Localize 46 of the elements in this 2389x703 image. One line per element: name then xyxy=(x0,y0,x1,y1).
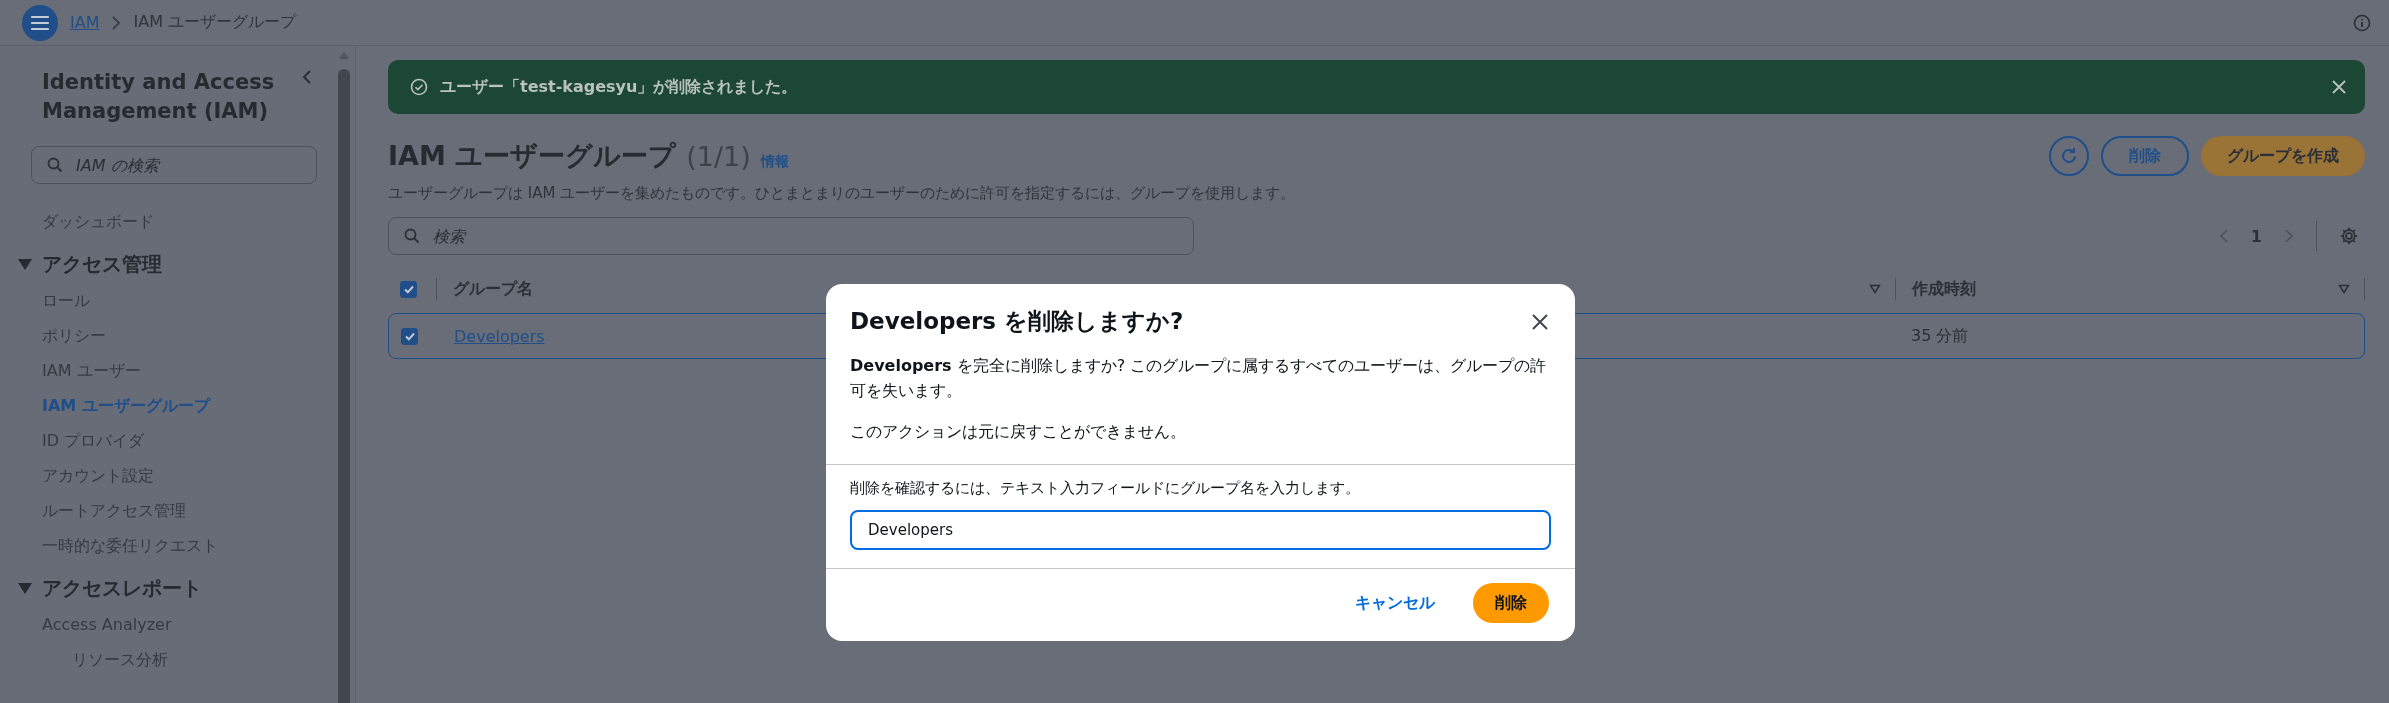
sort-icon[interactable] xyxy=(2338,284,2350,294)
delete-button[interactable]: 削除 xyxy=(2101,136,2189,176)
banner-message: ユーザー「test-kagesyu」が削除されました。 xyxy=(440,76,798,98)
settings-icon[interactable] xyxy=(2339,226,2359,246)
breadcrumb-link[interactable]: IAM xyxy=(70,13,100,32)
confirm-delete-button[interactable]: 削除 xyxy=(1473,583,1549,623)
page-number[interactable]: 1 xyxy=(2250,226,2262,246)
nav-section[interactable]: アクセス管理 xyxy=(0,245,317,283)
column-header[interactable]: 作成時刻 xyxy=(1912,278,1976,300)
search-field[interactable]: 検索 xyxy=(388,217,1194,255)
info-link[interactable]: 情報 xyxy=(760,153,789,171)
refresh-icon xyxy=(2059,146,2079,166)
search-icon xyxy=(47,157,63,173)
chevron-right-icon xyxy=(111,15,122,30)
chevron-right-icon[interactable] xyxy=(2284,228,2294,244)
create-group-button[interactable]: グループを作成 xyxy=(2201,136,2365,176)
breadcrumb-current: IAM ユーザーグループ xyxy=(133,12,297,33)
chevron-left-icon[interactable] xyxy=(2218,228,2229,244)
group-name-input[interactable]: Developers xyxy=(850,510,1551,550)
row-checkbox[interactable] xyxy=(401,327,418,345)
confirm-label: 削除を確認するには、テキスト入力フィールドにグループ名を入力します。 xyxy=(850,479,1361,498)
search-icon xyxy=(404,228,420,244)
dialog-title: Developers を削除しますか? xyxy=(850,307,1184,336)
sidebar-search-field[interactable]: IAM の検索 xyxy=(31,146,317,184)
nav-item[interactable]: IAM ユーザーグループ xyxy=(0,388,317,423)
menu-button[interactable] xyxy=(22,4,58,41)
chevron-left-icon[interactable] xyxy=(301,68,313,86)
select-all-checkbox[interactable] xyxy=(400,280,417,298)
nav-section[interactable]: アクセスレポート xyxy=(0,569,317,607)
column-header[interactable]: グループ名 xyxy=(453,278,533,300)
close-icon[interactable] xyxy=(2331,79,2347,95)
dialog-warning: このアクションは元に戻すことができません。 xyxy=(850,421,1187,443)
info-icon[interactable] xyxy=(2353,13,2371,32)
sort-icon[interactable] xyxy=(1869,284,1881,294)
created-time: 35 分前 xyxy=(1911,325,1969,345)
cancel-button[interactable]: キャンセル xyxy=(1341,584,1449,622)
caret-icon xyxy=(18,582,32,594)
page-title: IAM ユーザーグループ xyxy=(388,139,677,173)
caret-icon xyxy=(18,258,32,270)
menu-icon xyxy=(30,14,50,31)
group-name-link[interactable]: Developers xyxy=(454,326,545,346)
check-circle-icon xyxy=(410,78,428,96)
dialog-message: Developers を完全に削除しますか? このグループに属するすべてのユーザーは、グループの許可を失います。 xyxy=(850,355,1548,402)
sidebar-title: Identity and Access Management (IAM) xyxy=(42,69,276,125)
close-icon[interactable] xyxy=(1531,312,1549,331)
refresh-button[interactable] xyxy=(2049,136,2089,176)
